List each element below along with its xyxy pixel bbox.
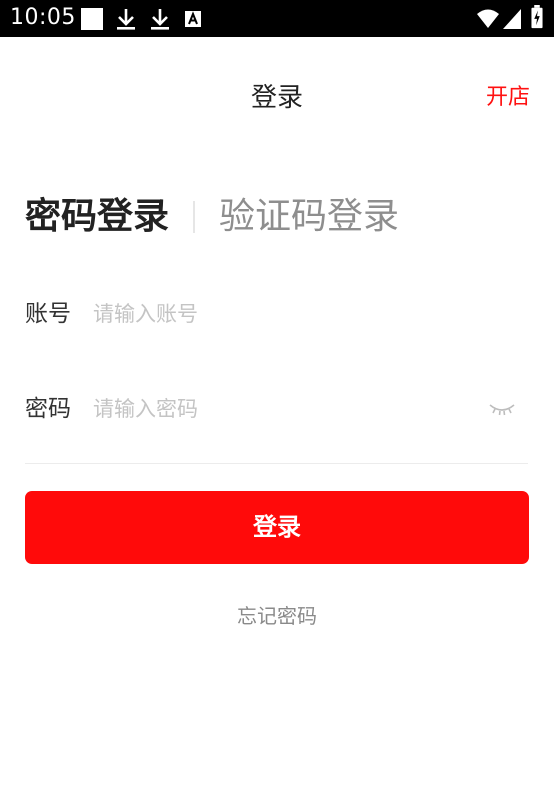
download-icon [117,9,135,30]
login-button[interactable]: 登录 [25,491,529,564]
password-input[interactable] [93,393,486,425]
wifi-icon [477,9,499,28]
font-a-icon [185,11,201,27]
account-label: 账号 [25,301,71,327]
password-field: 密码 [25,384,528,434]
account-input[interactable] [93,298,528,330]
forgot-password-link[interactable]: 忘记密码 [0,602,554,630]
page-title: 登录 [250,83,303,113]
password-label: 密码 [25,396,71,422]
tab-code-login[interactable]: 验证码登录 [219,193,399,241]
download-icon [151,9,169,30]
square-notification-icon [81,8,103,30]
signal-icon [503,9,521,29]
status-time: 10:05 [10,5,76,30]
status-bar: 10:05 [0,0,554,37]
form-divider [25,463,528,464]
tab-password-login[interactable]: 密码登录 [25,193,169,241]
eye-closed-icon[interactable] [486,399,518,419]
account-field: 账号 [25,289,528,339]
battery-icon [531,5,543,29]
tab-divider [193,201,196,233]
app-bar: 登录 开店 [0,37,554,161]
login-tabs: 密码登录 验证码登录 [25,193,399,241]
open-store-link[interactable]: 开店 [486,82,530,114]
